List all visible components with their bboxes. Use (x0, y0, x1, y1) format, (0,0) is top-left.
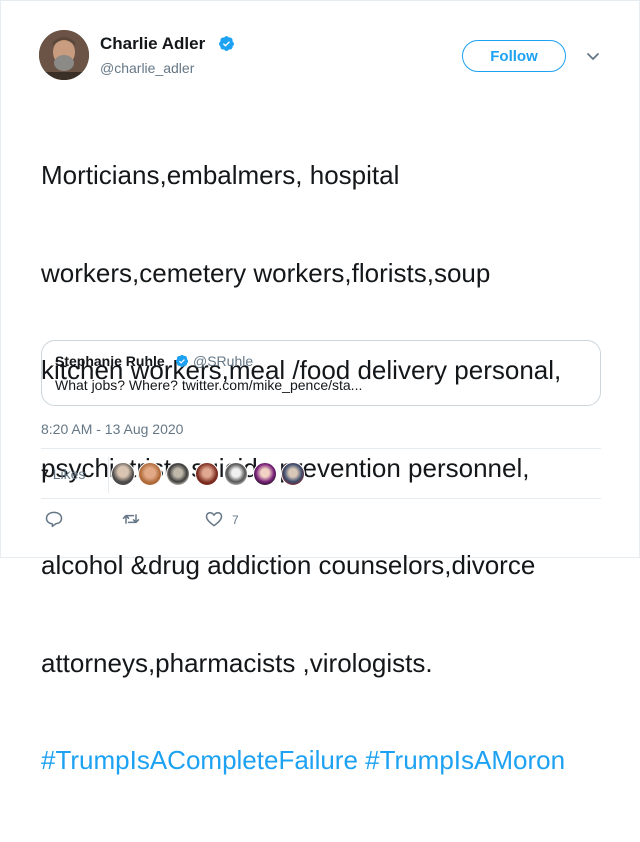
verified-badge-icon (175, 354, 189, 368)
reply-icon[interactable] (44, 509, 64, 529)
likes-number: 7 (41, 466, 49, 482)
likes-count[interactable]: 7 Likes (41, 466, 85, 482)
tweet-timestamp[interactable]: 8:20 AM - 13 Aug 2020 (41, 421, 183, 437)
quoted-tweet[interactable]: Stephanie Ruhle @SRuhle What jobs? Where… (41, 340, 601, 406)
quoted-author-name: Stephanie Ruhle (55, 353, 165, 369)
quoted-tweet-text: What jobs? Where? twitter.com/mike_pence… (55, 377, 363, 393)
avatar-image (39, 30, 89, 80)
heart-icon[interactable] (204, 509, 224, 529)
liker-avatar[interactable] (166, 462, 190, 486)
divider (108, 457, 109, 493)
retweet-icon[interactable] (121, 509, 141, 529)
tweet-card: Charlie Adler @charlie_adler Follow Mort… (0, 0, 640, 775)
tweet-text-line: alcohol &drug addiction counselors,divor… (41, 550, 536, 580)
divider (41, 498, 601, 499)
author-avatar[interactable] (39, 30, 89, 80)
like-count: 7 (232, 513, 239, 527)
author-name[interactable]: Charlie Adler (100, 34, 205, 54)
hashtag-link[interactable]: #TrumpIsAMoron (365, 745, 565, 775)
liker-avatar[interactable] (224, 462, 248, 486)
follow-button[interactable]: Follow (462, 40, 566, 72)
likes-label: Likes (52, 466, 86, 482)
liker-avatar[interactable] (281, 462, 305, 486)
chevron-down-icon[interactable] (585, 48, 601, 64)
hashtag-link[interactable]: #TrumpIsACompleteFailure (41, 745, 358, 775)
author-handle[interactable]: @charlie_adler (100, 60, 194, 76)
liker-avatar[interactable] (111, 462, 135, 486)
verified-badge-icon (219, 36, 234, 51)
liker-avatar[interactable] (138, 462, 162, 486)
tweet-text-line: Morticians,embalmers, hospital (41, 160, 400, 190)
quoted-author-handle: @SRuhle (193, 353, 254, 369)
tweet-text-line: workers,cemetery workers,florists,soup (41, 257, 491, 288)
tweet-text-line: attorneys,pharmacists ,virologists. (41, 647, 433, 678)
liker-avatar[interactable] (253, 462, 277, 486)
hashtag-line: #TrumpIsACompleteFailure #TrumpIsAMoron (41, 744, 616, 777)
liker-avatar[interactable] (195, 462, 219, 486)
divider (41, 448, 601, 449)
